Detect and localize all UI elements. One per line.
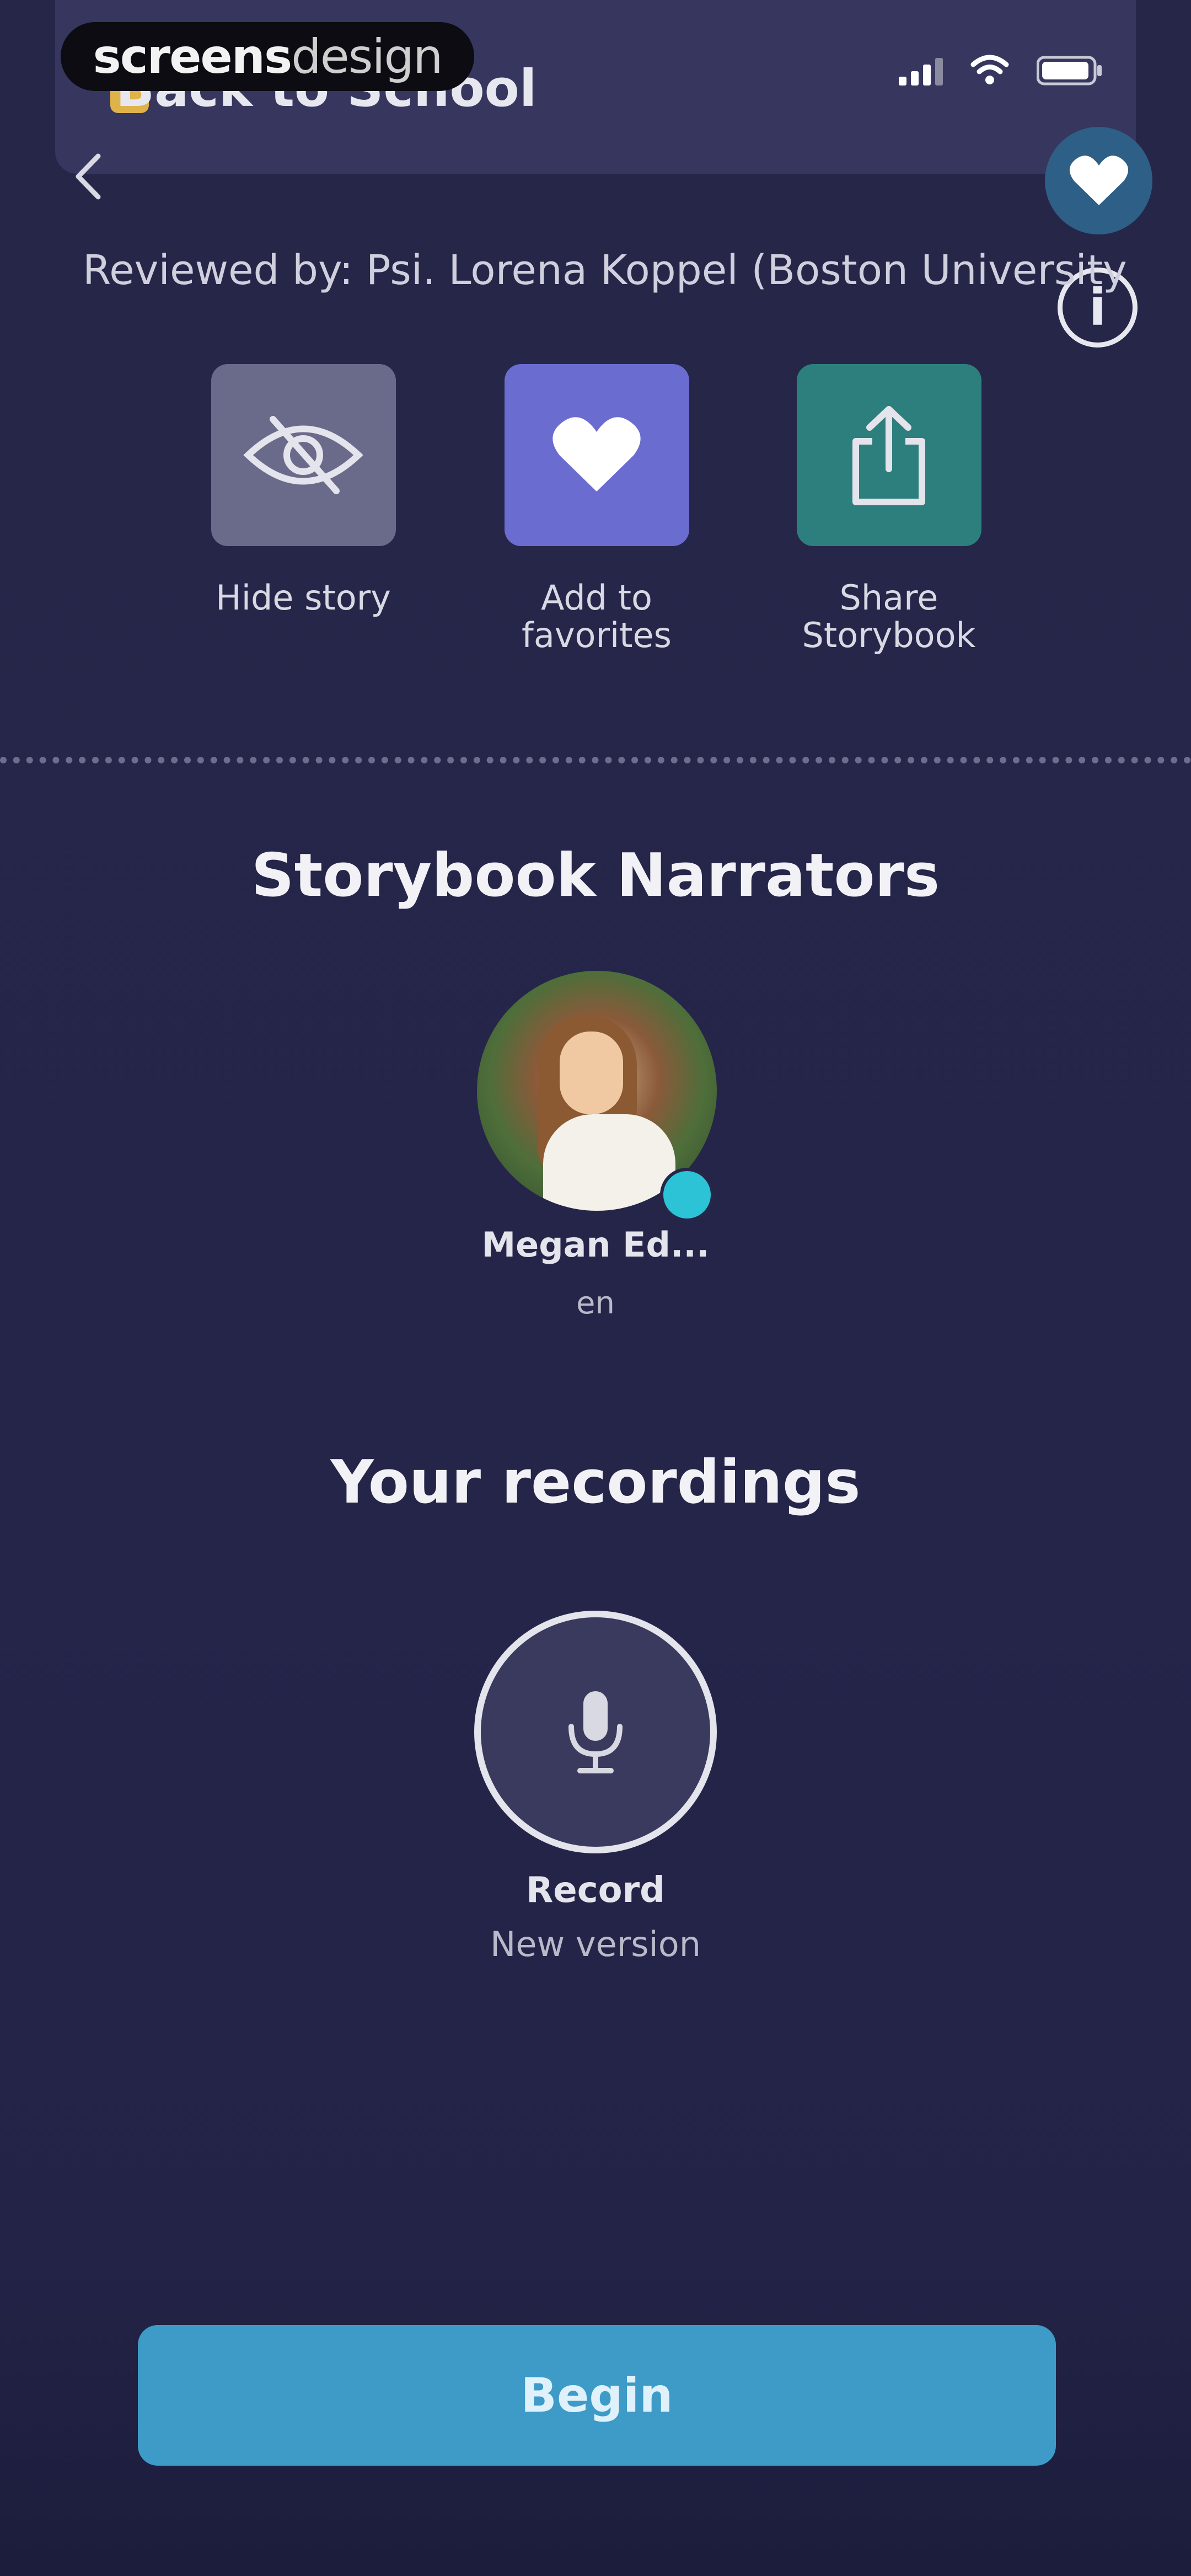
add-to-favorites-action[interactable]: Add to favorites [486, 364, 707, 654]
narrator-language: en [576, 1285, 615, 1321]
eye-slash-icon [243, 416, 363, 494]
hide-story-action[interactable]: Hide story [193, 364, 414, 617]
share-storybook-button[interactable] [796, 364, 981, 546]
watermark-light: design [291, 29, 443, 84]
share-storybook-label: Share Storybook [802, 578, 976, 655]
chevron-left-icon [76, 153, 101, 200]
narrator-name: Megan Ed... [481, 1225, 710, 1265]
watermark-bold: screens [93, 29, 293, 84]
favorite-toggle-button[interactable] [1045, 127, 1152, 234]
battery-icon [1037, 56, 1102, 85]
begin-button[interactable]: Begin [138, 2325, 1056, 2466]
add-to-favorites-label: Add to favorites [522, 578, 672, 655]
heart-icon [552, 417, 641, 491]
share-storybook-action[interactable]: Share Storybook [779, 364, 999, 654]
narrators-section-title: Storybook Narrators [251, 841, 940, 910]
wifi-icon [970, 55, 1009, 84]
share-icon [852, 406, 925, 505]
back-button[interactable] [63, 141, 113, 212]
hide-story-label: Hide story [216, 578, 391, 618]
record-button[interactable] [474, 1611, 717, 1853]
microphone-icon [568, 1691, 623, 1773]
record-label: Record [526, 1870, 665, 1911]
verified-badge [660, 1168, 714, 1222]
reviewed-by-text: Reviewed by: Psi. Lorena Koppel (Boston … [83, 247, 1130, 294]
hide-story-button[interactable] [211, 364, 396, 546]
watermark-logo: screens design [61, 22, 474, 91]
record-sublabel: New version [490, 1924, 701, 1964]
section-divider [0, 757, 1191, 763]
cellular-signal-icon [899, 58, 943, 85]
recordings-section-title: Your recordings [330, 1448, 861, 1517]
add-to-favorites-button[interactable] [504, 364, 689, 546]
heart-icon [1069, 155, 1128, 205]
